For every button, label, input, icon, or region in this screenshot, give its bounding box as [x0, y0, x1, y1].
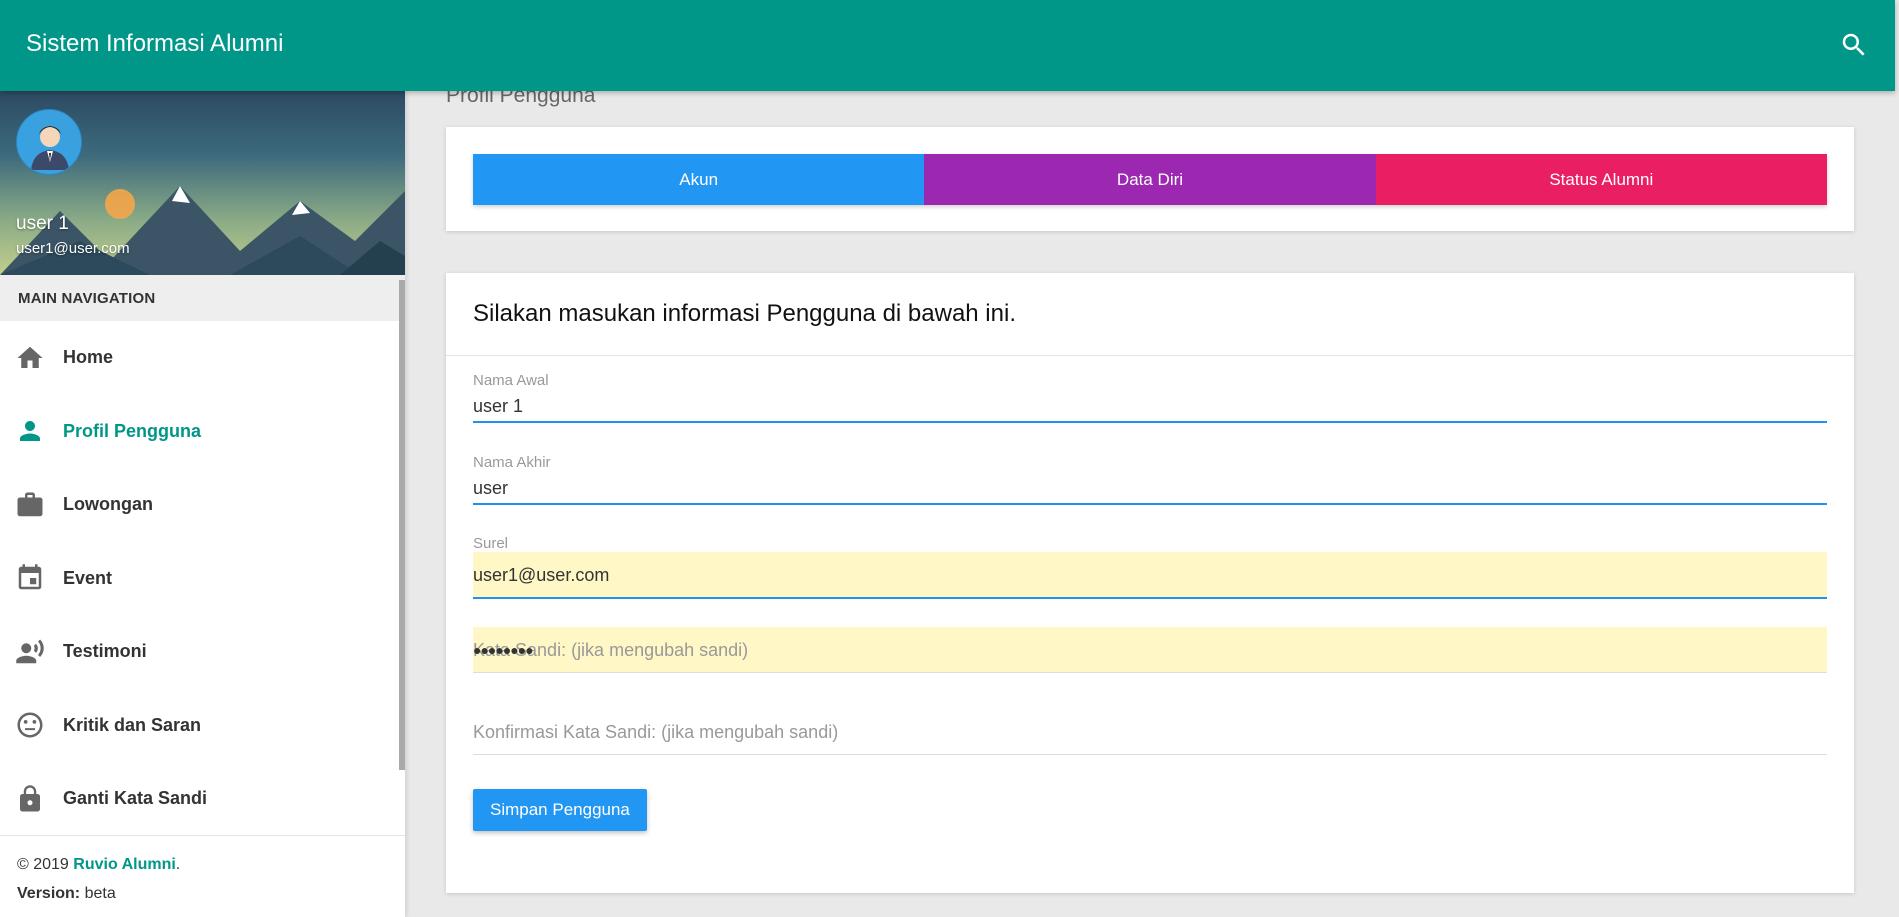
sidebar-item-testimoni[interactable]: Testimoni: [0, 615, 405, 689]
version-line: Version: beta: [17, 885, 405, 903]
user-info-panel: user 1 user1@user.com: [0, 91, 405, 275]
sidebar-item-event[interactable]: Event: [0, 542, 405, 616]
form-heading: Silakan masukan informasi Pengguna di ba…: [446, 273, 1854, 356]
lock-icon: [15, 784, 45, 814]
sidebar-scrollbar[interactable]: [399, 280, 405, 770]
sidebar-item-label: Home: [63, 347, 114, 368]
copyright-line: © 2019 Ruvio Alumni.: [17, 856, 405, 874]
record-voice-icon: [15, 637, 45, 667]
last-name-input[interactable]: user: [473, 471, 1827, 505]
first-name-field: Nama Awal user 1: [473, 372, 1827, 423]
first-name-input[interactable]: user 1: [473, 389, 1827, 423]
tab-status-alumni[interactable]: Status Alumni: [1375, 154, 1827, 205]
first-name-label: Nama Awal: [473, 372, 549, 389]
last-name-label: Nama Akhir: [473, 454, 551, 471]
tabs-card: Akun Data Diri Status Alumni: [446, 127, 1854, 231]
save-user-button[interactable]: Simpan Pengguna: [473, 789, 647, 831]
version-value: beta: [80, 885, 116, 902]
tab-akun[interactable]: Akun: [473, 154, 925, 205]
person-icon: [15, 416, 45, 446]
briefcase-icon: [15, 490, 45, 520]
version-label: Version:: [17, 885, 81, 902]
neutral-face-icon: [15, 710, 45, 740]
sidebar-item-label: Lowongan: [63, 494, 153, 515]
sidebar-item-home[interactable]: Home: [0, 321, 405, 395]
tab-data-diri[interactable]: Data Diri: [924, 154, 1376, 205]
sidebar-item-label: Ganti Kata Sandi: [63, 788, 208, 809]
copyright-period: .: [175, 856, 181, 873]
navigation-header: MAIN NAVIGATION: [0, 275, 405, 321]
email-input[interactable]: user1@user.com: [473, 552, 1827, 599]
sidebar-item-label: Kritik dan Saran: [63, 714, 202, 735]
password-field: Kata Sandi: (jika mengubah sandi) ●●●●●●…: [473, 627, 1827, 673]
search-icon[interactable]: [1839, 30, 1869, 60]
calendar-icon: [15, 563, 45, 593]
sidebar-footer: © 2019 Ruvio Alumni. Version: beta: [0, 835, 405, 914]
password-masked-value: ●●●●●●●●: [473, 642, 534, 658]
password-confirm-input[interactable]: Konfirmasi Kata Sandi: (jika mengubah sa…: [473, 709, 1827, 755]
user-name: user 1: [16, 213, 69, 234]
top-app-bar: Sistem Informasi Alumni: [0, 0, 1895, 91]
last-name-field: Nama Akhir user: [473, 454, 1827, 505]
password-input[interactable]: Kata Sandi: (jika mengubah sandi): [473, 627, 1827, 673]
user-email: user1@user.com: [16, 240, 130, 257]
home-icon: [15, 343, 45, 373]
password-confirm-field: Konfirmasi Kata Sandi: (jika mengubah sa…: [473, 709, 1827, 755]
sidebar: user 1 user1@user.com MAIN NAVIGATION Ho…: [0, 91, 405, 917]
avatar[interactable]: [16, 109, 82, 175]
sidebar-item-label: Event: [63, 567, 113, 588]
main-navigation: MAIN NAVIGATION Home Profil Pengguna Low…: [0, 275, 405, 835]
tab-bar: Akun Data Diri Status Alumni: [473, 154, 1827, 205]
app-title[interactable]: Sistem Informasi Alumni: [26, 30, 283, 58]
copyright-text: © 2019: [17, 856, 74, 873]
sidebar-item-lowongan[interactable]: Lowongan: [0, 468, 405, 542]
email-label: Surel: [473, 535, 509, 552]
sidebar-item-profil-pengguna[interactable]: Profil Pengguna: [0, 395, 405, 469]
user-form-card: Silakan masukan informasi Pengguna di ba…: [446, 273, 1854, 893]
brand-link[interactable]: Ruvio Alumni: [73, 856, 176, 873]
sidebar-item-label: Testimoni: [63, 641, 147, 662]
email-field: Surel user1@user.com: [473, 535, 1827, 599]
sidebar-item-ganti-kata-sandi[interactable]: Ganti Kata Sandi: [0, 762, 405, 835]
sidebar-item-kritik-dan-saran[interactable]: Kritik dan Saran: [0, 689, 405, 763]
sidebar-item-label: Profil Pengguna: [63, 420, 202, 441]
